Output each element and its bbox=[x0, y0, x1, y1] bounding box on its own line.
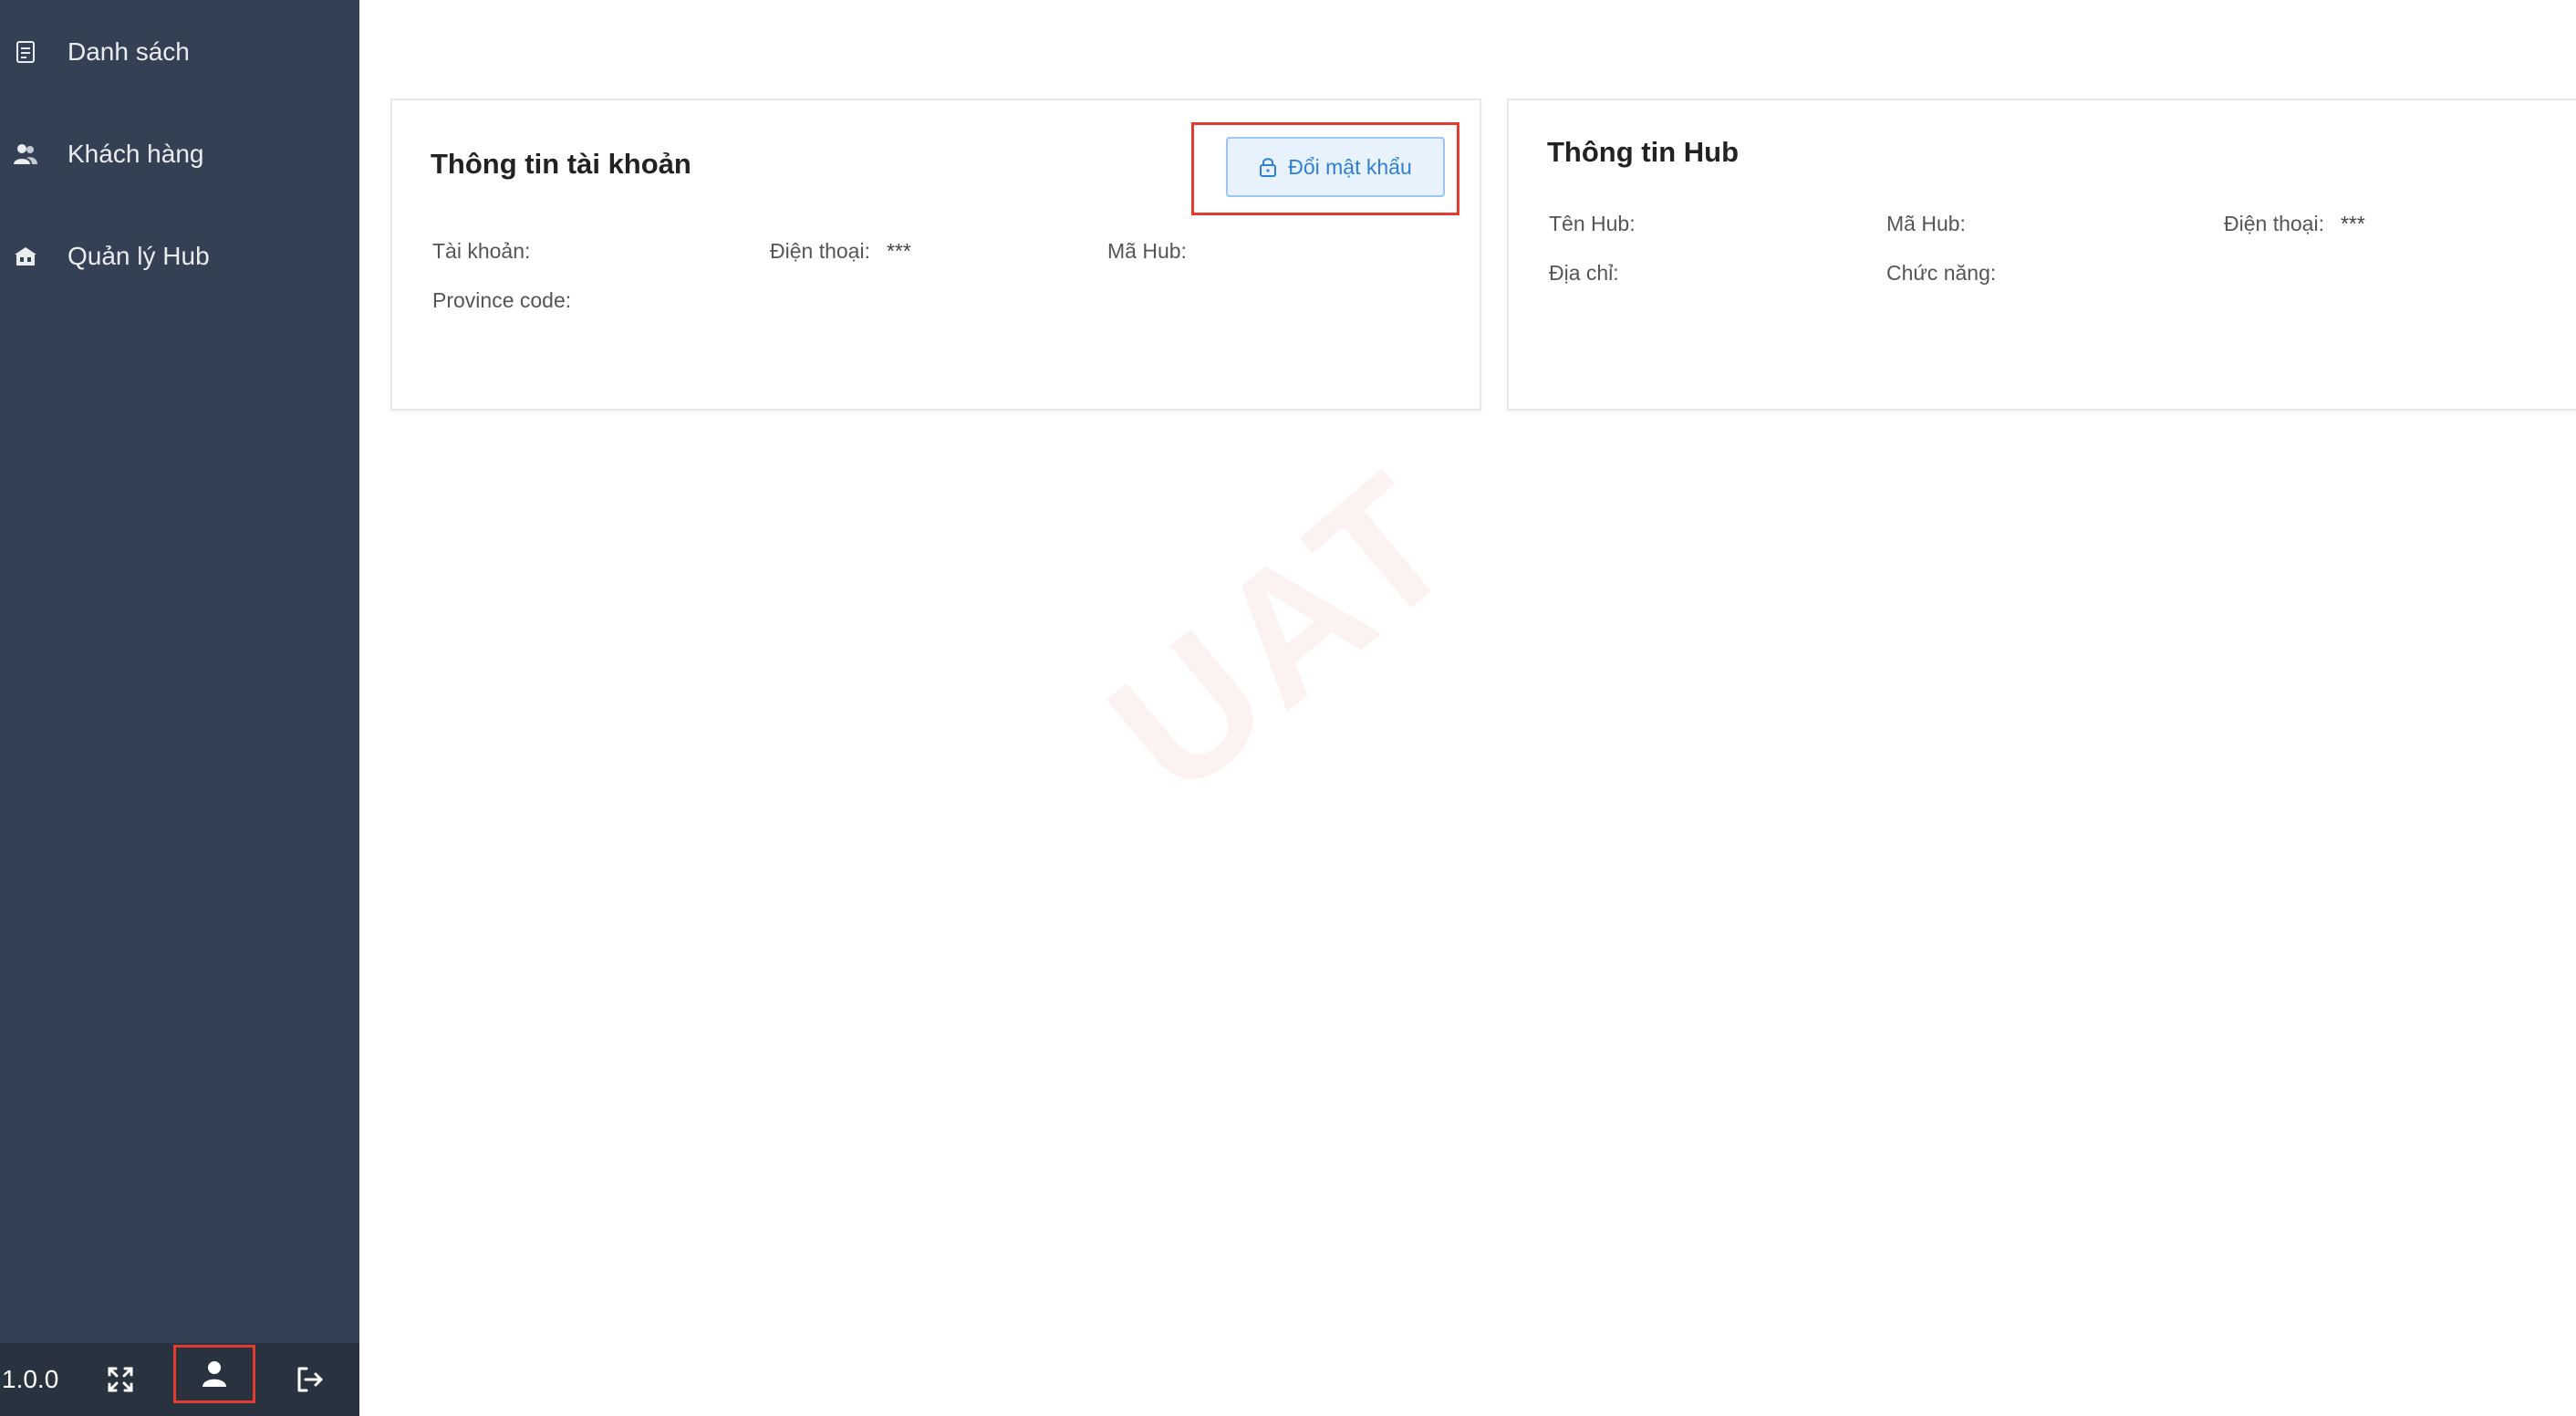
app-version: 1.0.0 bbox=[2, 1365, 59, 1393]
logout-button[interactable] bbox=[290, 1343, 330, 1416]
uat-watermark: UAT bbox=[1073, 434, 1494, 834]
change-password-button[interactable]: Đổi mật khẩu bbox=[1226, 137, 1445, 197]
field-label: Tài khoản: bbox=[432, 239, 531, 263]
users-icon bbox=[14, 144, 37, 164]
account-field: Tài khoản: bbox=[432, 239, 530, 264]
field-label: Điện thoại: bbox=[770, 239, 870, 263]
hub-code-field: Mã Hub: bbox=[1886, 212, 1966, 236]
hub-building-icon bbox=[15, 247, 36, 266]
field-label: Province code: bbox=[432, 288, 572, 312]
field-value: *** bbox=[2340, 212, 2365, 235]
field-label: Điện thoại: bbox=[2224, 212, 2324, 235]
fullscreen-icon bbox=[108, 1367, 133, 1392]
user-icon bbox=[203, 1361, 226, 1387]
field-label: Mã Hub: bbox=[1886, 212, 1966, 235]
sidebar: Danh sách Khách hàng Quản lý Hub 1.0.0 bbox=[0, 0, 359, 1416]
sidebar-footer: 1.0.0 bbox=[0, 1343, 359, 1416]
phone-field: Điện thoại: *** bbox=[770, 239, 911, 264]
lock-icon bbox=[1260, 158, 1277, 177]
hub-info-card: Thông tin Hub Tên Hub: Mã Hub: Điện thoạ… bbox=[1507, 99, 2576, 411]
province-code-field: Province code: bbox=[432, 288, 571, 313]
list-icon bbox=[16, 41, 35, 63]
sidebar-item-label: Danh sách bbox=[68, 37, 190, 66]
field-label: Tên Hub: bbox=[1549, 212, 1636, 235]
fullscreen-button[interactable] bbox=[100, 1343, 140, 1416]
field-label: Địa chỉ: bbox=[1549, 261, 1619, 285]
hub-phone-field: Điện thoại: *** bbox=[2224, 212, 2365, 236]
field-label: Chức năng: bbox=[1886, 261, 1997, 285]
hub-code-field: Mã Hub: bbox=[1107, 239, 1187, 264]
hub-function-field: Chức năng: bbox=[1886, 261, 1996, 286]
hub-name-field: Tên Hub: bbox=[1549, 212, 1636, 236]
sidebar-item-hub[interactable]: Quản lý Hub bbox=[0, 224, 359, 288]
hub-address-field: Địa chỉ: bbox=[1549, 261, 1619, 286]
field-value: *** bbox=[886, 239, 911, 263]
app-root: Danh sách Khách hàng Quản lý Hub 1.0.0 U… bbox=[0, 0, 2576, 1416]
sidebar-item-label: Quản lý Hub bbox=[68, 242, 210, 270]
field-label: Mã Hub: bbox=[1107, 239, 1187, 263]
sidebar-item-customers[interactable]: Khách hàng bbox=[0, 122, 359, 186]
profile-button[interactable] bbox=[173, 1345, 255, 1403]
card-title: Thông tin Hub bbox=[1547, 136, 1740, 168]
logout-icon bbox=[297, 1367, 323, 1392]
change-password-label: Đổi mật khẩu bbox=[1288, 154, 1412, 179]
account-info-card: Thông tin tài khoản Đổi mật khẩu Tài kho… bbox=[390, 99, 1481, 411]
card-title: Thông tin tài khoản bbox=[431, 148, 691, 180]
sidebar-item-label: Khách hàng bbox=[68, 140, 204, 168]
sidebar-item-list[interactable]: Danh sách bbox=[0, 20, 359, 84]
